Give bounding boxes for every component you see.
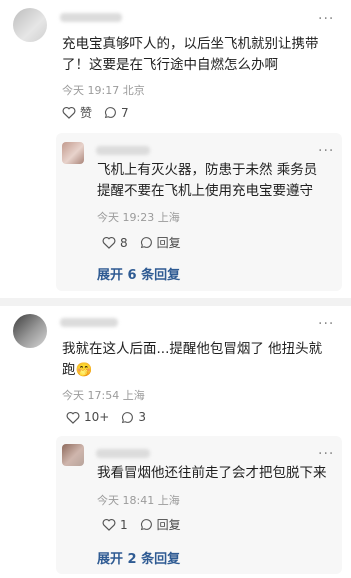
- reply-text-line: 提醒不要在飞机上使用充电宝要遵守: [97, 183, 313, 199]
- comment-text: 我就在这人后面...提醒他包冒烟了 他扭头就 跑🤭: [62, 339, 322, 381]
- reply-like-count: 1: [120, 517, 128, 532]
- heart-icon: [62, 107, 76, 119]
- more-options-icon[interactable]: ···: [318, 316, 334, 332]
- reply-more-options-icon[interactable]: ···: [318, 446, 334, 462]
- reply-actions: 8 回复: [102, 234, 193, 251]
- comment-meta: 今天 17:54 上海: [62, 387, 145, 403]
- comment-button[interactable]: 3: [121, 410, 146, 424]
- like-count: 10+: [84, 410, 110, 424]
- comment-text-line: 跑🤭: [62, 362, 93, 378]
- comment-bubble-icon: [140, 237, 152, 249]
- username-blurred[interactable]: [60, 318, 118, 327]
- username-blurred[interactable]: [60, 13, 122, 22]
- reply-like-button[interactable]: 1: [102, 518, 128, 532]
- comment-text-line: 我就在这人后面...提醒他包冒烟了 他扭头就: [62, 341, 323, 357]
- more-options-icon[interactable]: ···: [318, 11, 334, 27]
- comment-bubble-icon: [122, 411, 134, 423]
- reply-location: 上海: [157, 211, 180, 224]
- reply-reply-label: 回复: [156, 518, 181, 532]
- reply-reply-label: 回复: [156, 236, 181, 250]
- reply-username-blurred[interactable]: [96, 449, 150, 458]
- comment-text: 充电宝真够吓人的，以后坐飞机就别让携带 了！这要是在飞行途中自燃怎么办啊: [62, 34, 319, 76]
- reply-text-line: 飞机上有灭火器，防患于未然 乘务员: [97, 162, 318, 178]
- comment-actions: 赞 7: [62, 104, 141, 121]
- heart-icon: [102, 237, 116, 249]
- avatar[interactable]: [13, 314, 47, 348]
- reply-time: 今天 18:41: [97, 494, 155, 507]
- comment-button[interactable]: 7: [104, 106, 129, 120]
- expand-replies-link[interactable]: 展开 6 条回复: [97, 264, 180, 283]
- comment-count: 7: [121, 105, 129, 120]
- reply-avatar[interactable]: [62, 142, 84, 164]
- like-button[interactable]: 10+: [66, 410, 109, 424]
- comment-bubble-icon: [140, 519, 152, 531]
- comment-text-line: 充电宝真够吓人的，以后坐飞机就别让携带: [62, 36, 319, 52]
- comment-actions: 10+ 3: [66, 410, 158, 424]
- comment-count: 3: [138, 410, 146, 424]
- comment-meta: 今天 19:17 北京: [62, 82, 145, 98]
- reply-more-options-icon[interactable]: ···: [318, 143, 334, 159]
- reply-like-button[interactable]: 8: [102, 236, 128, 250]
- reply-like-count: 8: [120, 235, 128, 250]
- reply-time: 今天 19:23: [97, 211, 155, 224]
- reply-avatar[interactable]: [62, 444, 84, 466]
- reply-reply-button[interactable]: 回复: [140, 516, 181, 533]
- reply-text-line: 我看冒烟他还往前走了会才把包脱下来: [97, 465, 327, 481]
- comment-text-line: 了！这要是在飞行途中自燃怎么办啊: [62, 57, 278, 73]
- divider: [0, 298, 351, 306]
- reply-text: 飞机上有灭火器，防患于未然 乘务员 提醒不要在飞机上使用充电宝要遵守: [97, 160, 317, 202]
- comment-time: 今天 19:17: [62, 84, 120, 97]
- like-label: 赞: [80, 106, 93, 120]
- reply-text: 我看冒烟他还往前走了会才把包脱下来: [97, 463, 327, 484]
- reply-actions: 1 回复: [102, 516, 193, 533]
- expand-replies-link[interactable]: 展开 2 条回复: [97, 548, 180, 567]
- avatar[interactable]: [13, 8, 47, 42]
- reply-reply-button[interactable]: 回复: [140, 234, 181, 251]
- comment-bubble-icon: [104, 107, 116, 119]
- comment-time: 今天 17:54: [62, 389, 120, 402]
- reply-meta: 今天 19:23 上海: [97, 209, 180, 225]
- reply-location: 上海: [157, 494, 180, 507]
- heart-icon: [102, 519, 116, 531]
- reply-username-blurred[interactable]: [96, 146, 150, 155]
- comment-location: 上海: [122, 389, 145, 402]
- heart-icon: [66, 411, 80, 424]
- comment-location: 北京: [122, 84, 145, 97]
- reply-meta: 今天 18:41 上海: [97, 492, 180, 508]
- like-button[interactable]: 赞: [62, 104, 92, 121]
- emoji: 🤭: [75, 362, 93, 378]
